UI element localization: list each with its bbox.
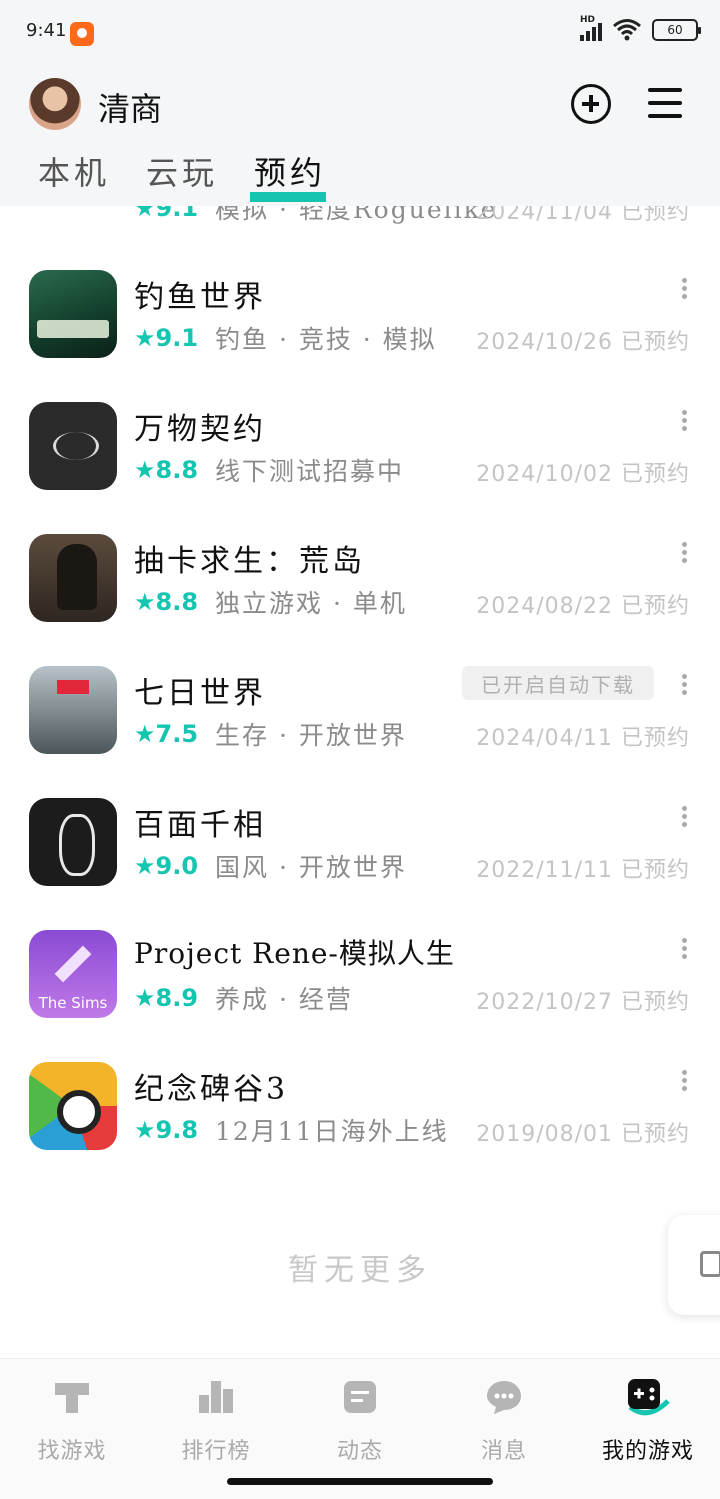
game-tags: 线下测试招募中 — [215, 457, 405, 486]
network-type: HD — [580, 15, 596, 25]
game-icon-contract[interactable] — [29, 402, 117, 490]
more-options-icon[interactable] — [682, 410, 688, 432]
wifi-icon — [613, 19, 641, 41]
reserve-date: 2022/11/11 已预约 — [476, 858, 690, 883]
more-options-icon[interactable] — [682, 674, 688, 696]
app-notification-icon — [70, 22, 94, 46]
list-item[interactable]: 纪念碑谷3 ★9.8 12月11日海外上线 2019/08/01 已预约 — [0, 1062, 720, 1194]
list-item[interactable]: 七日世界 已开启自动下载 ★7.5 生存 · 开放世界 2024/04/11 已… — [0, 666, 720, 798]
nav-label: 消息 — [480, 1439, 527, 1464]
username[interactable]: 清商 — [98, 84, 162, 130]
rating: ★7.5 — [134, 720, 199, 748]
status-time: 9:41 — [26, 20, 67, 41]
tab-bar: 本机 云玩 预约 — [38, 148, 327, 202]
reserve-date: 2024/08/22 已预约 — [476, 594, 690, 619]
nav-label: 动态 — [336, 1439, 383, 1464]
feed-icon — [344, 1381, 376, 1413]
home-indicator — [227, 1478, 493, 1485]
rating: ★9.8 — [134, 1116, 199, 1144]
page-header: 清商 本机 云玩 预约 — [0, 64, 720, 206]
game-icon-card-survival[interactable] — [29, 534, 117, 622]
game-tags: 独立游戏 · 单机 — [215, 589, 407, 618]
nav-rankings[interactable]: 排行榜 — [144, 1377, 288, 1465]
game-title[interactable]: 百面千相 — [134, 800, 266, 844]
menu-icon[interactable] — [648, 88, 682, 120]
nav-feed[interactable]: 动态 — [288, 1377, 432, 1465]
game-title[interactable]: 七日世界 — [134, 668, 266, 712]
reserve-date: 2024/10/02 已预约 — [476, 462, 690, 487]
rankings-icon — [199, 1381, 233, 1413]
tab-local[interactable]: 本机 — [38, 148, 110, 194]
list-item[interactable]: 钓鱼世界 ★9.1 钓鱼 · 竞技 · 模拟 2024/10/26 已预约 — [0, 270, 720, 402]
nav-label: 我的游戏 — [601, 1439, 694, 1464]
nav-find-games[interactable]: 找游戏 — [0, 1377, 144, 1465]
icon-caption: The Sims — [38, 994, 108, 1012]
list-item[interactable]: 抽卡求生：荒岛 ★8.8 独立游戏 · 单机 2024/08/22 已预约 — [0, 534, 720, 666]
nav-messages[interactable]: 消息 — [432, 1377, 576, 1465]
gamepad-icon — [628, 1379, 670, 1416]
game-title[interactable]: 钓鱼世界 — [134, 272, 266, 316]
download-icon — [700, 1251, 720, 1277]
game-tags: 12月11日海外上线 — [215, 1117, 449, 1146]
game-tags: 养成 · 经营 — [215, 985, 353, 1014]
reserve-date: 2022/10/27 已预约 — [476, 990, 690, 1015]
game-icon-fishing-world[interactable] — [29, 270, 117, 358]
list-item[interactable]: 万物契约 ★8.8 线下测试招募中 2024/10/02 已预约 — [0, 402, 720, 534]
list-item[interactable]: The Sims Project Rene-模拟人生 ★8.9 养成 · 经营 … — [0, 930, 720, 1062]
rating: ★9.0 — [134, 852, 199, 880]
game-tags: 生存 · 开放世界 — [215, 721, 407, 750]
more-options-icon[interactable] — [682, 542, 688, 564]
rating: ★8.9 — [134, 984, 199, 1012]
rating: ★9.1 — [134, 324, 199, 352]
more-options-icon[interactable] — [682, 1070, 688, 1092]
game-icon-once-human[interactable] — [29, 666, 117, 754]
reserve-date: 2024/04/11 已预约 — [476, 726, 690, 751]
game-icon-monument-valley[interactable] — [29, 1062, 117, 1150]
download-manager-button[interactable] — [668, 1215, 720, 1315]
game-title[interactable]: Project Rene-模拟人生 — [134, 932, 455, 972]
more-options-icon[interactable] — [682, 278, 688, 300]
game-title[interactable]: 抽卡求生：荒岛 — [134, 536, 365, 580]
auto-download-badge: 已开启自动下载 — [462, 666, 654, 700]
rating: ★8.8 — [134, 588, 199, 616]
nav-my-games[interactable]: 我的游戏 — [576, 1377, 720, 1465]
tab-cloud[interactable]: 云玩 — [146, 148, 218, 194]
battery-level: 60 — [667, 23, 683, 37]
no-more-text: 暂无更多 — [288, 1253, 432, 1288]
list-item[interactable]: 百面千相 ★9.0 国风 · 开放世界 2022/11/11 已预约 — [0, 798, 720, 930]
add-button[interactable] — [571, 84, 611, 124]
avatar[interactable] — [29, 78, 81, 130]
rating: ★8.8 — [134, 456, 199, 484]
battery-icon: 60 — [652, 19, 701, 41]
game-icon-baimian-qianxiang[interactable] — [29, 798, 117, 886]
more-options-icon[interactable] — [682, 806, 688, 828]
reserve-date: 2024/10/26 已预约 — [476, 330, 690, 355]
find-games-icon — [55, 1383, 89, 1413]
nav-label: 排行榜 — [181, 1439, 251, 1464]
status-indicators: HD 60 — [580, 15, 701, 42]
signal-icon: HD — [580, 15, 602, 41]
more-options-icon[interactable] — [682, 938, 688, 960]
status-bar: 9:41 HD 60 — [0, 0, 720, 64]
game-tags: 钓鱼 · 竞技 · 模拟 — [215, 325, 437, 354]
nav-label: 找游戏 — [37, 1439, 107, 1464]
message-icon — [487, 1381, 521, 1414]
game-title[interactable]: 纪念碑谷3 — [134, 1064, 288, 1108]
game-tags: 国风 · 开放世界 — [215, 853, 407, 882]
tab-reserved[interactable]: 预约 — [250, 148, 327, 202]
reserve-date: 2019/08/01 已预约 — [476, 1122, 690, 1147]
game-icon-the-sims[interactable]: The Sims — [29, 930, 117, 1018]
game-title[interactable]: 万物契约 — [134, 404, 266, 448]
